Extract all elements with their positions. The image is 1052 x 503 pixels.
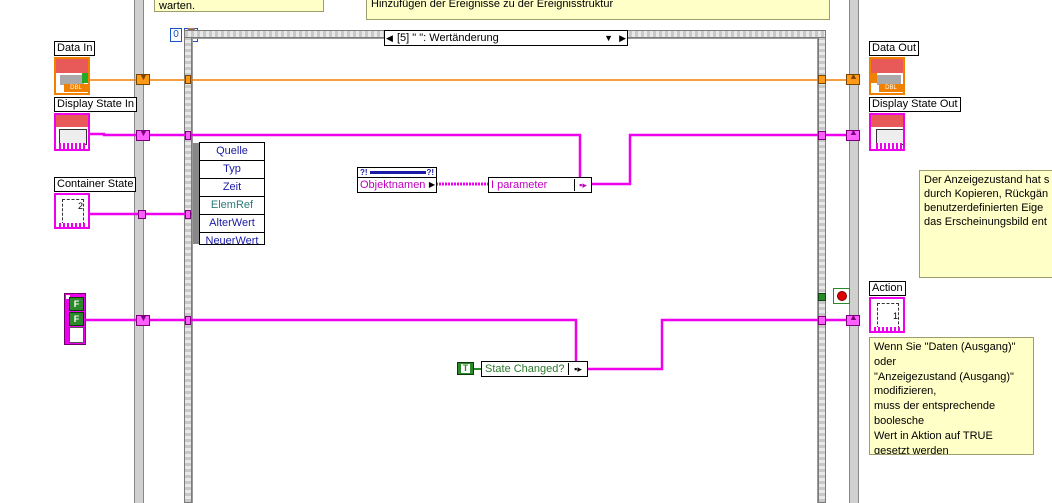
state-changed-text: State Changed? [485,363,565,375]
data-in-label[interactable]: Data In [54,41,96,56]
note-line: boolesche [874,414,925,427]
display-state-in-label[interactable]: Display State In [54,97,138,112]
bool-true-constant[interactable]: T [457,362,474,375]
terminal-header [871,59,903,73]
bool-false-text: F [73,314,80,324]
note-line: "Anzeigezustand (Ausgang)" [874,370,1014,383]
property-arrow-icon: ▶ [428,180,435,189]
note-line: modifizieren, [874,385,937,398]
data-out-label[interactable]: Data Out [869,41,920,56]
dbl-icon: DBL [879,84,903,92]
es-tunnel-data-left[interactable] [185,75,191,84]
note-line: durch Kopieren, Rückgän [924,188,1049,200]
dbl-text: DBL [70,85,82,91]
arrow-out-icon [82,73,88,83]
pattern-icon [876,143,902,149]
es-tunnel-action-right[interactable] [818,316,826,325]
action-text: Action [872,282,903,294]
tunnel-arrow-icon: ▼ [139,72,148,82]
enum-number: 2 [78,201,84,211]
enum-number: 1 [893,311,899,321]
property-node-objektnamen[interactable]: Objektnamen ▶ [357,177,437,193]
container-state-label[interactable]: Container State [54,177,137,192]
bool-false-1[interactable]: F [69,297,84,311]
terminal-header [56,59,88,73]
property-node-text: Objektnamen [360,179,426,191]
pattern-icon [874,327,902,331]
pattern-icon [59,223,87,227]
tunnel-arrow-icon: ▲ [849,127,858,137]
note-line: oder [874,355,897,368]
event-field-elemref[interactable]: ElemRef [200,197,264,215]
action-array-constant[interactable]: F F [64,293,86,345]
event-field-alterwert[interactable]: AlterWert [200,215,264,233]
note-line: muss der entsprechende [874,400,996,413]
event-field-neuerwert[interactable]: NeuerWert [200,233,264,250]
terminal-header [871,115,903,127]
event-data-node[interactable]: Quelle Typ Zeit ElemRef AlterWert NeuerW… [199,142,265,247]
bundle-out-icon: ▪▸ [574,179,591,191]
action-terminal[interactable]: 1 [869,297,905,333]
tunnel-display-state-left[interactable]: ▼ [136,128,150,141]
tunnel-data-left[interactable]: ▼ [136,72,150,85]
data-in-terminal[interactable]: DBL [54,57,90,95]
display-state-out-terminal[interactable] [869,113,905,151]
property-ref-icon: ?! [360,168,368,177]
tunnel-display-state-right[interactable]: ▲ [846,127,860,141]
es-tunnel-action-left[interactable] [185,316,191,325]
bool-true-text: T [461,363,470,373]
note-line: das Erscheinungsbild ent [924,216,1047,228]
container-state-terminal[interactable]: 2 [54,193,90,229]
tunnel-arrow-icon: ▼ [139,128,148,138]
action-label[interactable]: Action [869,281,906,296]
tunnel-arrow-icon: ▲ [849,312,858,322]
tunnel-container-state-left[interactable] [138,210,146,219]
note-line: Wert in Aktion auf TRUE [874,429,993,442]
data-in-text: Data In [57,42,93,54]
bool-false-text: F [73,299,80,309]
display-state-out-text: Display State Out [872,98,958,110]
bundle-parameter-text: I parameter [491,179,548,191]
dbl-icon: DBL [64,84,88,92]
tunnel-action-left[interactable]: ▼ [136,313,150,326]
tunnel-arrow-icon: ▼ [139,313,148,323]
display-state-out-label[interactable]: Display State Out [869,97,961,112]
note-line: gesetzt werden [874,444,949,455]
note-line: Der Anzeigezustand hat s [924,174,1050,186]
loop-condition-tunnel[interactable] [818,293,826,301]
state-changed-node[interactable]: State Changed? ▪▸ [481,361,588,377]
dbl-text: DBL [885,85,897,91]
event-field-typ[interactable]: Typ [200,161,264,179]
note-line: Wenn Sie "Daten (Ausgang)" [874,341,1016,353]
tunnel-data-right[interactable]: ▲ [846,71,860,85]
property-ref-icon-right: ?! [426,168,434,177]
array-empty-slot [69,327,84,343]
data-out-text: Data Out [872,42,917,54]
display-state-in-terminal[interactable] [54,113,90,151]
note-line: benutzerdefinierten Eige [924,202,1044,214]
bundle-out-icon: ▪▸ [568,363,587,375]
bundle-parameter-node[interactable]: I parameter ▪▸ [488,177,592,193]
note-bottom-right[interactable]: Wenn Sie "Daten (Ausgang)" oder "Anzeige… [869,337,1034,455]
event-field-zeit[interactable]: Zeit [200,179,264,197]
bool-false-2[interactable]: F [69,312,84,326]
es-tunnel-container-left[interactable] [185,210,191,219]
es-tunnel-data-right[interactable] [818,75,826,84]
data-out-terminal[interactable]: DBL [869,57,905,95]
terminal-header [56,115,88,127]
tunnel-arrow-icon: ▲ [849,71,858,81]
display-state-in-text: Display State In [57,98,135,110]
stop-icon [837,291,847,301]
pattern-icon [59,143,85,149]
property-class-bar [370,171,426,174]
stop-condition-terminal[interactable] [833,288,850,304]
es-tunnel-display-left[interactable] [185,131,191,140]
es-tunnel-display-right[interactable] [818,131,826,140]
note-right-middle[interactable]: Der Anzeigezustand hat s durch Kopieren,… [919,170,1052,278]
container-state-text: Container State [57,178,134,190]
tunnel-action-right[interactable]: ▲ [846,312,860,326]
event-field-quelle[interactable]: Quelle [200,143,264,161]
